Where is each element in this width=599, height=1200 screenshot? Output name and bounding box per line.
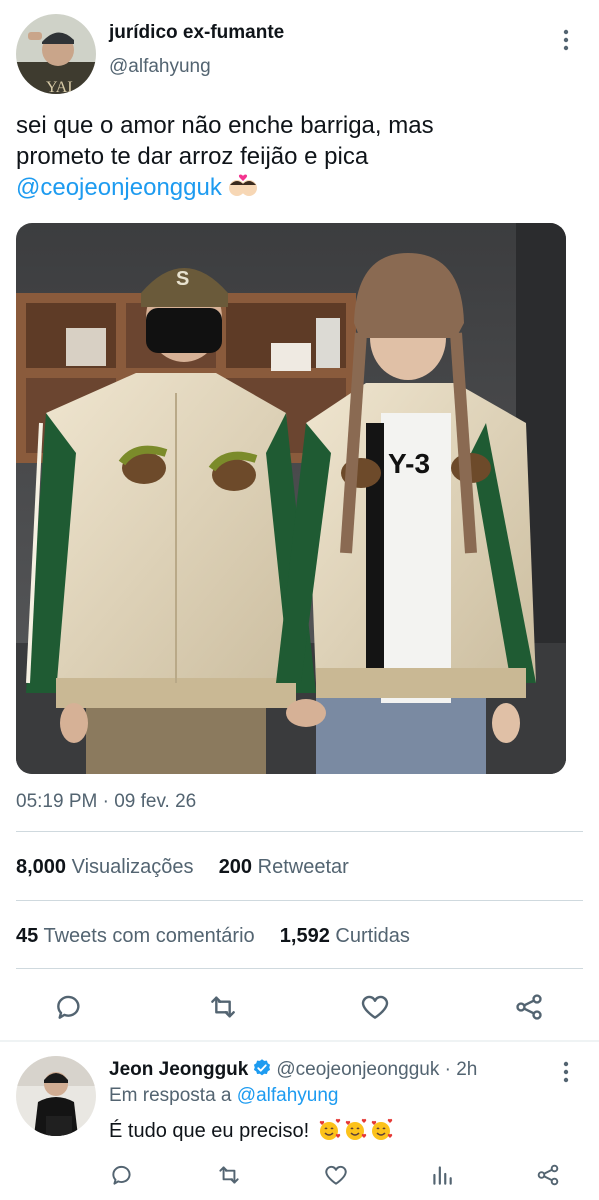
smiling-face-with-hearts-icon — [317, 1118, 341, 1142]
tweet-timestamp[interactable]: 05:19 PM · 09 fev. 26 — [16, 791, 196, 813]
author-avatar[interactable]: YAL — [16, 14, 96, 94]
quotes-label[interactable]: Tweets com comentário — [43, 925, 254, 947]
reply-text: É tudo que eu preciso! — [109, 1118, 393, 1143]
stats-row-quotes-likes: 45 Tweets com comentário 1,592 Curtidas — [16, 925, 410, 948]
replying-prefix: Em resposta a — [109, 1085, 232, 1106]
verified-badge-icon — [252, 1058, 272, 1084]
svg-text:Y-3: Y-3 — [388, 448, 430, 479]
share-icon[interactable] — [513, 991, 545, 1023]
divider — [16, 900, 583, 901]
retweets-label[interactable]: Retweetar — [258, 856, 349, 878]
divider — [16, 831, 583, 832]
photo-image: S Y-3 — [16, 223, 566, 774]
reply-separator: · — [444, 1059, 451, 1080]
replying-to-mention[interactable]: @alfahyung — [237, 1085, 339, 1106]
tweet-text: sei que o amor não enche barriga, mas pr… — [16, 110, 576, 207]
reply-avatar-image — [16, 1056, 96, 1136]
reply-handle[interactable]: @ceojeonjeongguk — [276, 1059, 439, 1080]
reply-author-avatar[interactable] — [16, 1056, 96, 1136]
views-icon[interactable] — [429, 1162, 455, 1188]
author-handle[interactable]: @alfahyung — [109, 56, 211, 78]
more-options-icon[interactable] — [558, 28, 574, 52]
reply-icon[interactable] — [53, 991, 85, 1023]
like-icon[interactable] — [323, 1162, 349, 1188]
retweet-icon[interactable] — [207, 991, 239, 1023]
quotes-count[interactable]: 45 — [16, 925, 38, 947]
views-label: Visualizações — [71, 856, 194, 878]
reply-time[interactable]: 2h — [456, 1059, 477, 1080]
share-icon[interactable] — [535, 1162, 561, 1188]
reply-action-bar — [0, 1158, 599, 1194]
tweet-action-bar — [0, 985, 599, 1029]
tweet-text-line-1: sei que o amor não enche barriga, mas — [16, 112, 434, 139]
tweet-text-line-2: prometo te dar arroz feijão e pica — [16, 143, 369, 170]
kiss-emoji-icon — [228, 173, 258, 207]
views-count: 8,000 — [16, 856, 67, 878]
retweet-icon[interactable] — [216, 1162, 242, 1188]
smiling-face-with-hearts-icon — [343, 1118, 367, 1142]
reply-header: Jeon Jeongguk @ceojeonjeongguk · 2h — [109, 1058, 477, 1084]
stats-row-views-retweets: 8,000 Visualizações 200 Retweetar — [16, 856, 349, 879]
likes-count[interactable]: 1,592 — [280, 925, 330, 947]
smiling-face-with-hearts-icon — [369, 1118, 393, 1142]
tweet-photo[interactable]: S Y-3 — [16, 223, 566, 774]
divider — [16, 968, 583, 969]
svg-text:YAL: YAL — [46, 79, 77, 94]
reply-display-name[interactable]: Jeon Jeongguk — [109, 1059, 248, 1080]
reply-more-options-icon[interactable] — [558, 1060, 574, 1084]
svg-text:S: S — [176, 268, 189, 290]
retweets-count[interactable]: 200 — [219, 856, 252, 878]
reply-tweet[interactable]: Jeon Jeongguk @ceojeonjeongguk · 2h Em re… — [0, 1042, 599, 1200]
reply-icon[interactable] — [109, 1162, 135, 1188]
author-display-name[interactable]: jurídico ex-fumante — [109, 22, 284, 44]
replying-to: Em resposta a @alfahyung — [109, 1085, 338, 1107]
tweet-mention-link[interactable]: @ceojeonjeongguk — [16, 174, 222, 201]
reply-text-body: É tudo que eu preciso! — [109, 1120, 310, 1142]
avatar-image: YAL — [16, 14, 96, 94]
like-icon[interactable] — [359, 991, 391, 1023]
likes-label[interactable]: Curtidas — [335, 925, 409, 947]
